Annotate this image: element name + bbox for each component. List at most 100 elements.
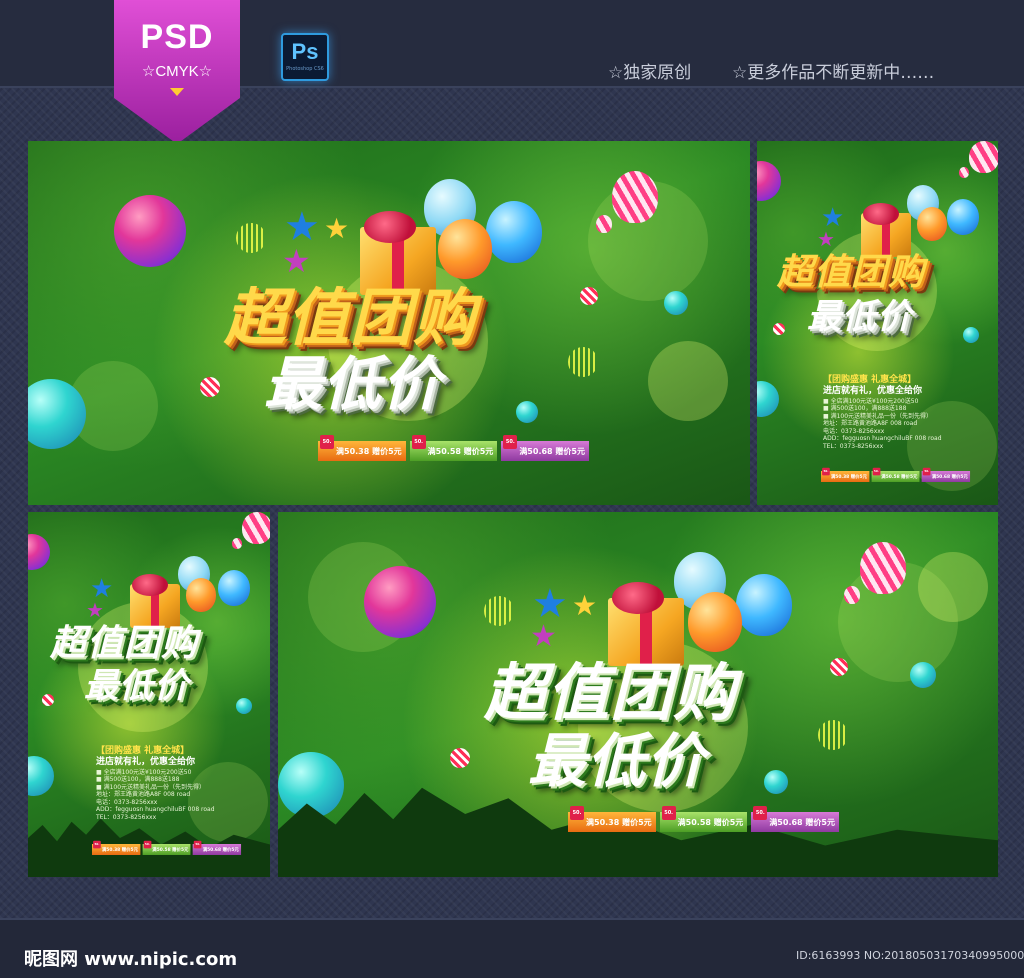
teal-ball xyxy=(757,381,779,417)
promo-line: 地址：郑王路黄池路A8F 008 road xyxy=(96,791,191,798)
hot-air-balloon xyxy=(959,167,969,178)
promo-heading: 【团购盛惠 礼惠全城】 xyxy=(823,375,917,385)
psd-label: PSD xyxy=(140,18,214,56)
price-tags: 50. 满50.38 赠价5元 50. 满50.58 赠价5元 50. 满50.68 … xyxy=(568,806,839,832)
price-tag-label: 满50.58 赠价5元 xyxy=(677,817,744,827)
price-tag-corner: 50. xyxy=(320,435,334,449)
star-icon: ★ xyxy=(572,589,598,622)
price-tag: 50. 满50.68 赠价5元 xyxy=(921,467,971,482)
price-tags: 50. 满50.38 赠价5元 50. 满50.58 赠价5元 50. 满50.68 … xyxy=(92,840,242,855)
hot-air-balloon xyxy=(596,215,612,233)
price-tag-corner: 50. xyxy=(193,840,202,849)
poster-title-primary: 超值团购 xyxy=(777,252,926,293)
price-tag: 50. 满50.58 赠价5元 xyxy=(409,435,498,461)
promo-line: TEL：0373-8256xxx xyxy=(96,813,157,821)
hot-air-balloon xyxy=(612,171,658,223)
price-tag-label: 满50.58 赠价5元 xyxy=(152,847,189,852)
price-tags: 50. 满50.38 赠价5元 50. 满50.58 赠价5元 50. 满50.68 … xyxy=(318,435,589,461)
teal-ball xyxy=(764,770,788,794)
candy-ball xyxy=(773,323,785,335)
promo-heading: 【团购盛惠 礼惠全城】 xyxy=(96,746,190,756)
purple-ball xyxy=(364,566,436,638)
promo-line: ■ 满500送100，满888送188 xyxy=(823,405,907,412)
poster-title-secondary: 最低价 xyxy=(807,297,912,337)
price-tag-corner: 50. xyxy=(411,435,426,449)
gift-bow xyxy=(364,211,416,243)
dotted-circle xyxy=(568,347,598,377)
promo-copy: 【团购盛惠 礼惠全城】 进店就有礼，优惠全给你 ■ 全店满100元送¥100元2… xyxy=(96,746,266,821)
price-tag-corner: 50. xyxy=(503,435,518,449)
price-tag-corner: 50. xyxy=(570,806,584,820)
promo-line: 电话：0373-8256xxx xyxy=(823,427,885,435)
poster-title-secondary: 最低价 xyxy=(84,666,189,706)
price-tag-label: 满50.58 赠价5元 xyxy=(427,446,494,456)
promo-line: ■ 全店满100元送¥100元200送50 xyxy=(823,397,919,405)
price-tags: 50. 满50.38 赠价5元 50. 满50.58 赠价5元 50. 满50.68 … xyxy=(821,467,971,482)
hot-air-balloon xyxy=(242,512,270,544)
poster-portrait-gold: ★ ★ 超值团购 最低价 【团购盛惠 礼惠全城】 进店就有礼，优惠全给你 ■ 全… xyxy=(757,141,998,505)
star-icon: ★ xyxy=(324,212,350,245)
dotted-circle xyxy=(484,596,514,626)
cmyk-label: ☆CMYK☆ xyxy=(141,63,213,80)
balloon xyxy=(486,201,542,263)
poster-portrait-white: ★ ★ 超值团购 最低价 【团购盛惠 礼惠全城】 进店就有礼，优惠全给你 ■ 全… xyxy=(28,512,270,877)
promo-line: ■ 满500送100，满888送188 xyxy=(96,776,180,783)
price-tag-label: 满50.38 赠价5元 xyxy=(336,446,402,456)
poster-title-secondary: 最低价 xyxy=(264,350,442,418)
photoshop-icon-sublabel: Photoshop CS6 xyxy=(286,66,324,72)
teal-ball xyxy=(910,662,936,688)
promo-subheading: 进店就有礼，优惠全给你 xyxy=(96,757,196,768)
price-tag: 50. 满50.38 赠价5元 xyxy=(318,435,406,461)
candy-ball xyxy=(450,748,470,768)
price-tag: 50. 满50.58 赠价5元 xyxy=(142,840,191,855)
star-icon: ★ xyxy=(532,581,568,627)
more-works-note: ☆更多作品不断更新中…… xyxy=(732,63,935,83)
price-tag-corner: 50. xyxy=(822,467,830,476)
site-watermark[interactable]: 昵图网 www.nipic.com xyxy=(24,945,237,971)
promo-copy: 【团购盛惠 礼惠全城】 进店就有礼，优惠全给你 ■ 全店满100元送¥100元2… xyxy=(823,375,993,450)
price-tag-label: 满50.38 赠价5元 xyxy=(586,817,652,827)
hot-air-balloon xyxy=(969,141,998,173)
teal-ball xyxy=(516,401,538,423)
price-tag-label: 满50.68 赠价5元 xyxy=(931,474,968,479)
promo-subheading: 进店就有礼，优惠全给你 xyxy=(823,386,923,397)
hot-air-balloon xyxy=(232,538,242,549)
price-tag: 50. 满50.38 赠价5元 xyxy=(568,806,656,832)
price-tag: 50. 满50.68 赠价5元 xyxy=(501,435,589,461)
promo-line: ■ 满100元送精美礼品一份（先到先得） xyxy=(823,412,933,420)
teal-ball xyxy=(28,756,54,796)
price-tag: 50. 满50.68 赠价5元 xyxy=(192,840,242,855)
promo-line: ADD：fegguosn huangchiluBF 008 road xyxy=(96,806,215,813)
price-tag-label: 满50.68 赠价5元 xyxy=(769,817,835,827)
teal-ball xyxy=(664,291,688,315)
hot-air-balloon xyxy=(860,542,906,594)
poster-title-secondary: 最低价 xyxy=(528,727,706,795)
promo-line: 电话：0373-8256xxx xyxy=(96,798,158,806)
exclusive-original-note: ☆独家原创 xyxy=(608,63,692,83)
promo-line: TEL：0373-8256xxx xyxy=(823,442,884,450)
promo-line: ■ 满100元送精美礼品一份（先到先得） xyxy=(96,783,206,791)
teal-ball xyxy=(236,698,252,714)
price-tag: 50. 满50.38 赠价5元 xyxy=(821,467,870,482)
balloon xyxy=(218,570,250,606)
price-tag-corner: 50. xyxy=(753,806,768,820)
price-tag-label: 满50.68 赠价5元 xyxy=(202,847,239,852)
price-tag-label: 满50.38 赠价5元 xyxy=(101,847,139,852)
price-tag: 50. 满50.68 赠价5元 xyxy=(751,806,839,832)
price-tag-corner: 50. xyxy=(93,840,101,849)
candy-ball xyxy=(830,658,848,676)
balloon xyxy=(186,578,216,612)
dotted-circle xyxy=(236,223,266,253)
price-tag-corner: 50. xyxy=(922,467,931,476)
hot-air-balloon xyxy=(844,586,860,604)
price-tag-label: 满50.58 赠价5元 xyxy=(881,474,918,479)
dotted-circle xyxy=(818,720,848,750)
price-tag: 50. 满50.58 赠价5元 xyxy=(871,467,920,482)
gift-bow xyxy=(863,203,899,225)
balloon xyxy=(947,199,979,235)
price-tag-corner: 50. xyxy=(872,467,881,476)
price-tag-corner: 50. xyxy=(143,840,152,849)
purple-ball xyxy=(757,161,781,201)
promo-line: ■ 全店满100元送¥100元200送50 xyxy=(96,768,192,776)
poster-landscape-gold: ★ ★ ★ 超值团购 最低价 50. 满50.38 赠价5元 50. 满50.58 … xyxy=(28,141,750,505)
